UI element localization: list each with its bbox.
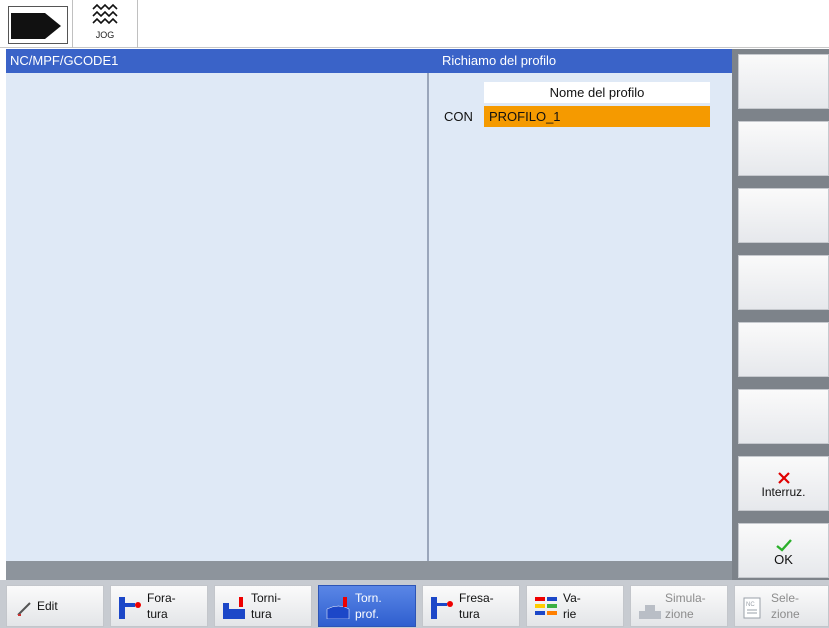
program-path-title: NC/MPF/GCODE1 bbox=[6, 49, 430, 73]
program-editor-area[interactable] bbox=[6, 73, 427, 561]
turning-label: Torni-tura bbox=[251, 591, 282, 621]
jog-mode-indicator: JOG bbox=[72, 0, 138, 48]
contour-turning-icon bbox=[326, 597, 350, 619]
select-label: Sele-zione bbox=[771, 591, 800, 621]
vertical-softkey-2[interactable] bbox=[738, 121, 829, 176]
ok-check-icon bbox=[776, 539, 792, 552]
vertical-softkey-4[interactable] bbox=[738, 255, 829, 310]
milling-label: Fresa-tura bbox=[459, 591, 494, 621]
vertical-softkey-3[interactable] bbox=[738, 188, 829, 243]
drilling-label: Fora-tura bbox=[147, 591, 176, 621]
status-bar bbox=[6, 561, 732, 580]
contour-turning-softkey[interactable]: Torn. prof. bbox=[318, 585, 416, 627]
simulation-softkey[interactable]: Simula-zione bbox=[630, 585, 728, 627]
edit-pencil-icon bbox=[17, 602, 31, 616]
operating-mode-arrow-icon bbox=[11, 13, 61, 39]
cancel-label: Interruz. bbox=[761, 485, 806, 499]
ok-label: OK bbox=[774, 552, 793, 567]
edit-softkey[interactable]: Edit bbox=[6, 585, 104, 627]
simulation-icon bbox=[639, 605, 661, 619]
various-icon bbox=[535, 597, 557, 615]
milling-softkey[interactable]: Fresa-tura bbox=[422, 585, 520, 627]
vertical-softkey-1[interactable] bbox=[738, 54, 829, 109]
various-softkey[interactable]: Va-rie bbox=[526, 585, 624, 627]
simulation-label: Simula-zione bbox=[665, 591, 706, 621]
jog-label: JOG bbox=[95, 30, 115, 40]
edit-label: Edit bbox=[37, 599, 58, 613]
machine-mode-indicator bbox=[8, 6, 68, 44]
jog-wave-icon bbox=[92, 3, 118, 25]
drilling-icon bbox=[119, 597, 141, 619]
con-label: CON bbox=[444, 109, 473, 124]
vertical-softkey-6[interactable] bbox=[738, 389, 829, 444]
cancel-x-icon bbox=[778, 472, 790, 484]
nc-select-icon: NC bbox=[743, 597, 761, 619]
vertical-softkey-5[interactable] bbox=[738, 322, 829, 377]
contour-turning-label: Torn. prof. bbox=[355, 591, 382, 621]
profile-name-header: Nome del profilo bbox=[484, 82, 710, 103]
cancel-softkey[interactable]: Interruz. bbox=[738, 456, 829, 511]
drilling-softkey[interactable]: Fora-tura bbox=[110, 585, 208, 627]
turning-softkey[interactable]: Torni-tura bbox=[214, 585, 312, 627]
profile-name-field[interactable]: PROFILO_1 bbox=[484, 106, 710, 127]
turning-icon bbox=[223, 597, 245, 619]
milling-icon bbox=[431, 597, 453, 619]
dialog-title: Richiamo del profilo bbox=[430, 49, 732, 73]
various-label: Va-rie bbox=[563, 591, 581, 621]
ok-softkey[interactable]: OK bbox=[738, 523, 829, 578]
svg-text:NC: NC bbox=[746, 602, 755, 608]
contour-call-panel bbox=[429, 73, 732, 561]
select-softkey[interactable]: NC Sele-zione bbox=[734, 585, 829, 627]
